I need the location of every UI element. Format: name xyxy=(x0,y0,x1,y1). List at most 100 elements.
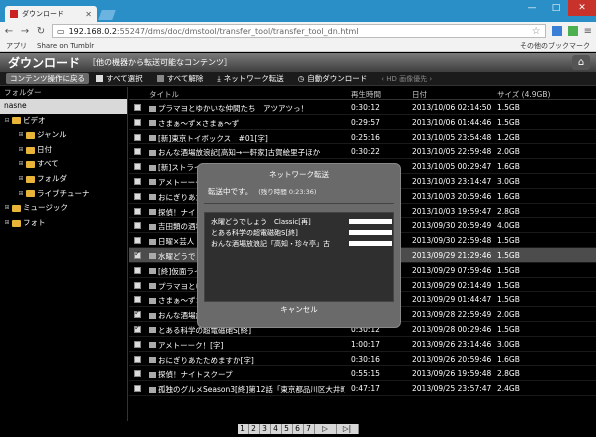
row-checkbox[interactable] xyxy=(134,355,141,363)
table-row[interactable]: さまぁ～ず×さまぁ～ず 0:29:57 2013/10/06 01:44:46 1.5… xyxy=(129,115,596,130)
row-checkbox[interactable] xyxy=(134,163,141,171)
pagination: 1 2 3 4 5 6 7 ▷ ▷| xyxy=(0,421,596,437)
reload-icon[interactable]: ↻ xyxy=(36,26,46,37)
page-link[interactable]: 2 xyxy=(248,424,260,434)
row-checkbox[interactable] xyxy=(134,118,141,126)
row-checkbox[interactable] xyxy=(134,148,141,156)
row-title: さまぁ～ず×さまぁ～ず xyxy=(149,118,345,129)
row-checkbox[interactable] xyxy=(134,323,141,333)
table-row[interactable]: おんな酒場放浪記[高知→一軒家]古賀絵里子ほか 0:30:22 2013/10/05… xyxy=(129,144,596,160)
bookmark-apps[interactable]: アプリ xyxy=(6,41,27,51)
clock-icon: ◷ xyxy=(297,74,305,83)
bookmark-tumblr[interactable]: Share on Tumblr xyxy=(37,42,94,50)
sidebar-folder-item[interactable]: ⊞ ミュージック xyxy=(0,201,127,216)
auto-download-button[interactable]: ◷ 自動ダウンロード xyxy=(291,73,375,84)
page-link[interactable]: 7 xyxy=(303,424,315,434)
menu-icon[interactable]: ≡ xyxy=(584,26,592,37)
row-checkbox[interactable] xyxy=(134,370,141,378)
url-path: :55247/dms/doc/dmstool/transfer_tool/tra… xyxy=(116,26,359,36)
new-tab-button[interactable] xyxy=(98,10,116,20)
table-row[interactable]: 探偵！ナイトスクープ 0:55:15 2013/09/26 19:59:48 2.8G… xyxy=(129,366,596,382)
page-link[interactable]: 5 xyxy=(281,424,293,434)
sidebar-folder-item[interactable]: ⊞ フォルダ xyxy=(0,172,127,187)
row-checkbox[interactable] xyxy=(134,281,141,289)
row-duration: 0:30:16 xyxy=(351,354,380,364)
sidebar-folder-item[interactable]: ⊞ ライブチューナ xyxy=(0,187,127,202)
table-row[interactable]: 孤独のグルメSeason3[終]第12話「東京都品川区大井町…」 0:47:17 2… xyxy=(129,381,596,396)
row-checkbox[interactable] xyxy=(134,340,141,348)
network-transfer-button[interactable]: ⤓ ネットワーク転送 xyxy=(210,73,290,84)
bookmark-star-icon[interactable]: ☆ xyxy=(532,26,541,37)
row-checkbox[interactable] xyxy=(134,308,141,319)
row-date: 2013/09/28 22:59:49 xyxy=(412,310,492,320)
expand-icon[interactable]: ⊞ xyxy=(18,143,24,158)
row-checkbox[interactable] xyxy=(134,385,141,393)
expand-icon[interactable]: ⊞ xyxy=(18,128,24,143)
row-checkbox[interactable] xyxy=(134,177,141,185)
close-tab-icon[interactable]: ✕ xyxy=(85,10,92,19)
row-duration: 0:47:17 xyxy=(351,384,380,394)
table-row[interactable]: おにぎりあたためますか[字] 0:30:16 2013/09/26 20:59:46… xyxy=(129,352,596,367)
next-page-button[interactable]: ▷ xyxy=(314,424,337,434)
header-time[interactable]: 再生時間 xyxy=(351,89,381,100)
sidebar-folder-item[interactable]: nasne xyxy=(0,99,127,114)
home-button[interactable]: ⌂ xyxy=(572,55,590,70)
table-row[interactable]: [新]東京トイボックス #01[字] 0:25:16 2013/10/05 23:5… xyxy=(129,130,596,145)
action-bar: コンテンツ操作に戻る すべて選択 すべて解除 ⤓ ネットワーク転送 ◷ 自動ダウ… xyxy=(0,72,596,86)
other-bookmarks[interactable]: その他のブックマーク xyxy=(520,41,590,51)
url-host: 192.168.0.2 xyxy=(68,26,117,36)
back-arrow-icon[interactable]: ← xyxy=(4,26,14,37)
header-date[interactable]: 日付 xyxy=(412,89,427,100)
header-title[interactable]: タイトル xyxy=(149,89,179,100)
expand-icon[interactable]: ⊞ xyxy=(4,216,10,231)
row-checkbox[interactable] xyxy=(134,266,141,274)
last-page-button[interactable]: ▷| xyxy=(336,424,359,434)
cancel-button[interactable]: キャンセル xyxy=(198,304,400,315)
sidebar-folder-item[interactable]: ⊟ ビデオ xyxy=(0,114,127,129)
folder-label: フォルダ xyxy=(37,173,67,183)
maximize-button[interactable]: □ xyxy=(544,0,568,16)
sidebar-folder-item[interactable]: ⊞ ジャンル xyxy=(0,128,127,143)
row-checkbox[interactable] xyxy=(134,222,141,230)
row-title-text: プラマヨとゆかいな仲間たち アツアツっ！ xyxy=(158,104,308,113)
collapse-icon[interactable]: ⊟ xyxy=(4,114,10,129)
row-checkbox[interactable] xyxy=(134,133,141,141)
row-checkbox[interactable] xyxy=(134,192,141,200)
browser-tab[interactable]: ダウンロード ✕ xyxy=(5,6,97,22)
sidebar-folder-item[interactable]: ⊞ フォト xyxy=(0,216,127,231)
row-checkbox[interactable] xyxy=(134,249,141,259)
sidebar-folder-item[interactable]: ⊞ すべて xyxy=(0,157,127,172)
row-date: 2013/09/29 01:44:47 xyxy=(412,295,492,305)
page-link[interactable]: 4 xyxy=(270,424,282,434)
row-checkbox[interactable] xyxy=(134,296,141,304)
row-size: 1.5GB xyxy=(497,324,520,334)
table-row[interactable]: プラマヨとゆかいな仲間たち アツアツっ！ 0:30:12 2013/10/06 02… xyxy=(129,100,596,115)
sidebar-folder-item[interactable]: ⊞ 日付 xyxy=(0,143,127,158)
expand-icon[interactable]: ⊞ xyxy=(18,157,24,172)
extension-icon[interactable] xyxy=(551,26,562,36)
extension-icon-2[interactable] xyxy=(567,26,578,36)
window-close-button[interactable]: ✕ xyxy=(568,0,596,16)
row-size: 1.5GB xyxy=(497,103,520,112)
back-to-content-button[interactable]: コンテンツ操作に戻る xyxy=(6,73,89,84)
expand-icon[interactable]: ⊞ xyxy=(18,172,24,187)
minimize-button[interactable]: — xyxy=(520,0,544,16)
forward-arrow-icon[interactable]: → xyxy=(20,26,30,37)
select-all-button[interactable]: すべて選択 xyxy=(89,73,150,84)
address-bar[interactable]: ▭ 192.168.0.2:55247/dms/doc/dmstool/tran… xyxy=(52,24,546,38)
folder-icon xyxy=(26,161,35,169)
row-checkbox[interactable] xyxy=(134,104,141,111)
deselect-all-button[interactable]: すべて解除 xyxy=(150,73,211,84)
header-size[interactable]: サイズ (4.9GB) xyxy=(497,89,550,100)
hd-priority-toggle[interactable]: ‹ HD 画像優先 › xyxy=(374,74,439,84)
row-checkbox[interactable] xyxy=(134,237,141,245)
row-date: 2013/09/28 00:29:46 xyxy=(412,324,492,334)
row-size: 1.5GB xyxy=(497,236,520,246)
page-link[interactable]: 1 xyxy=(237,424,249,434)
table-row[interactable]: アメトーーク！[字] 1:00:17 2013/09/26 23:14:46 3.0G… xyxy=(129,337,596,352)
expand-icon[interactable]: ⊞ xyxy=(18,187,24,202)
expand-icon[interactable]: ⊞ xyxy=(4,201,10,216)
row-checkbox[interactable] xyxy=(134,207,141,215)
page-link[interactable]: 6 xyxy=(292,424,304,434)
page-link[interactable]: 3 xyxy=(259,424,271,434)
